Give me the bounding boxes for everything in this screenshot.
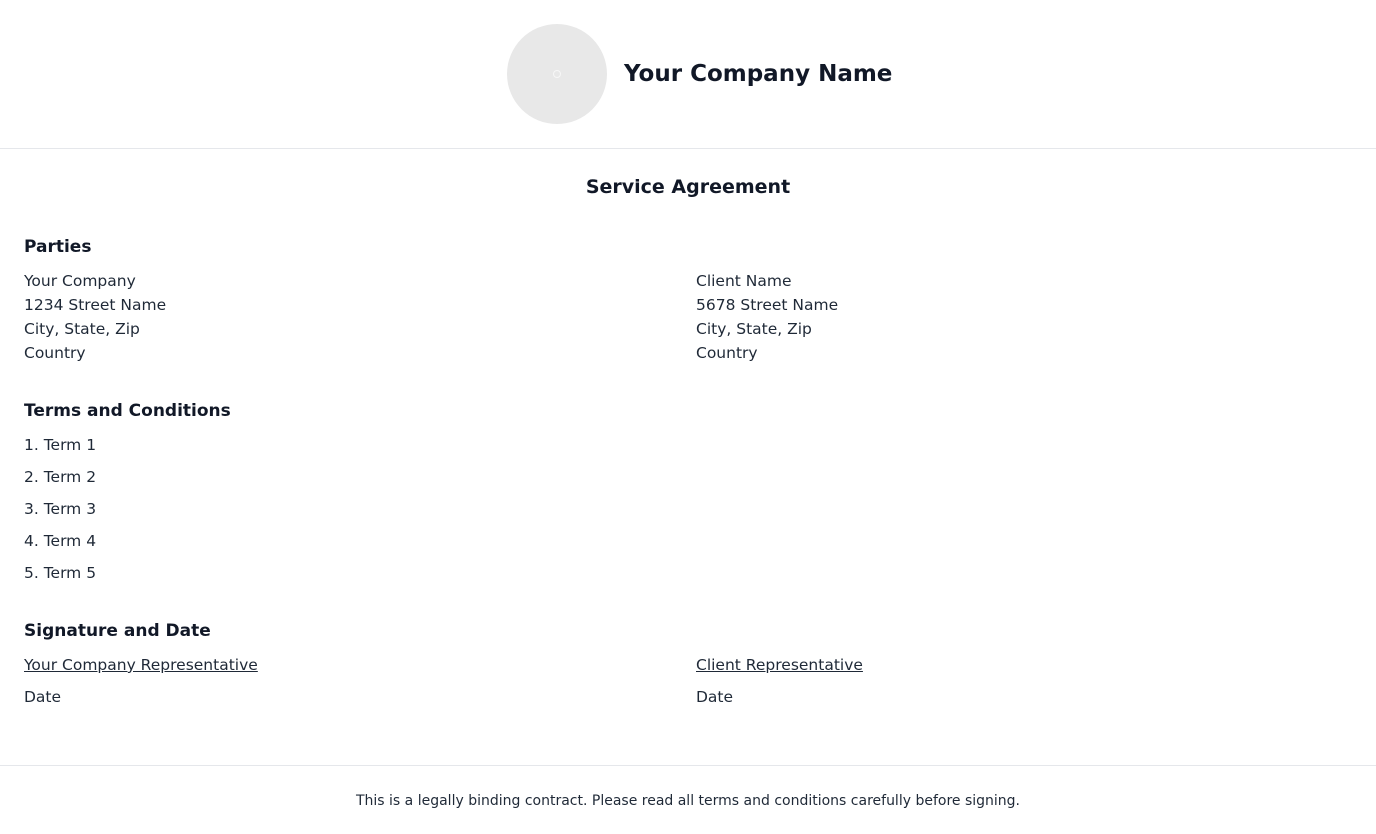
logo-placeholder-icon <box>507 24 607 124</box>
client-party-block: Client Name 5678 Street Name City, State… <box>696 269 1296 365</box>
term-item: 2. Term 2 <box>24 468 97 486</box>
term-item: 1. Term 1 <box>24 436 97 454</box>
logo-dot <box>553 70 561 78</box>
client-party-name: Client Name <box>696 272 792 290</box>
company-representative-signature-link[interactable]: Your Company Representative <box>24 653 258 677</box>
client-party-street: 5678 Street Name <box>696 296 839 314</box>
client-party-city: City, State, Zip <box>696 320 812 338</box>
client-representative-signature-link[interactable]: Client Representative <box>696 653 863 677</box>
page-header: Your Company Name <box>0 0 1376 149</box>
company-name: Your Company Name <box>624 61 893 87</box>
company-signature-date: Date <box>24 688 62 706</box>
company-party-city: City, State, Zip <box>24 320 140 338</box>
term-item: 3. Term 3 <box>24 500 97 518</box>
company-party-street: 1234 Street Name <box>24 296 167 314</box>
page-footer: This is a legally binding contract. Plea… <box>0 765 1376 834</box>
client-party-country: Country <box>696 344 758 362</box>
signature-heading: Signature and Date <box>24 621 211 641</box>
client-signature-date: Date <box>696 688 734 706</box>
parties-heading: Parties <box>24 237 92 257</box>
company-party-name: Your Company <box>24 272 136 290</box>
terms-heading: Terms and Conditions <box>24 401 231 421</box>
company-party-block: Your Company 1234 Street Name City, Stat… <box>24 269 624 365</box>
company-party-country: Country <box>24 344 86 362</box>
term-item: 4. Term 4 <box>24 532 97 550</box>
term-item: 5. Term 5 <box>24 564 97 582</box>
document-title: Service Agreement <box>585 176 791 198</box>
footer-disclaimer: This is a legally binding contract. Plea… <box>355 793 1020 809</box>
